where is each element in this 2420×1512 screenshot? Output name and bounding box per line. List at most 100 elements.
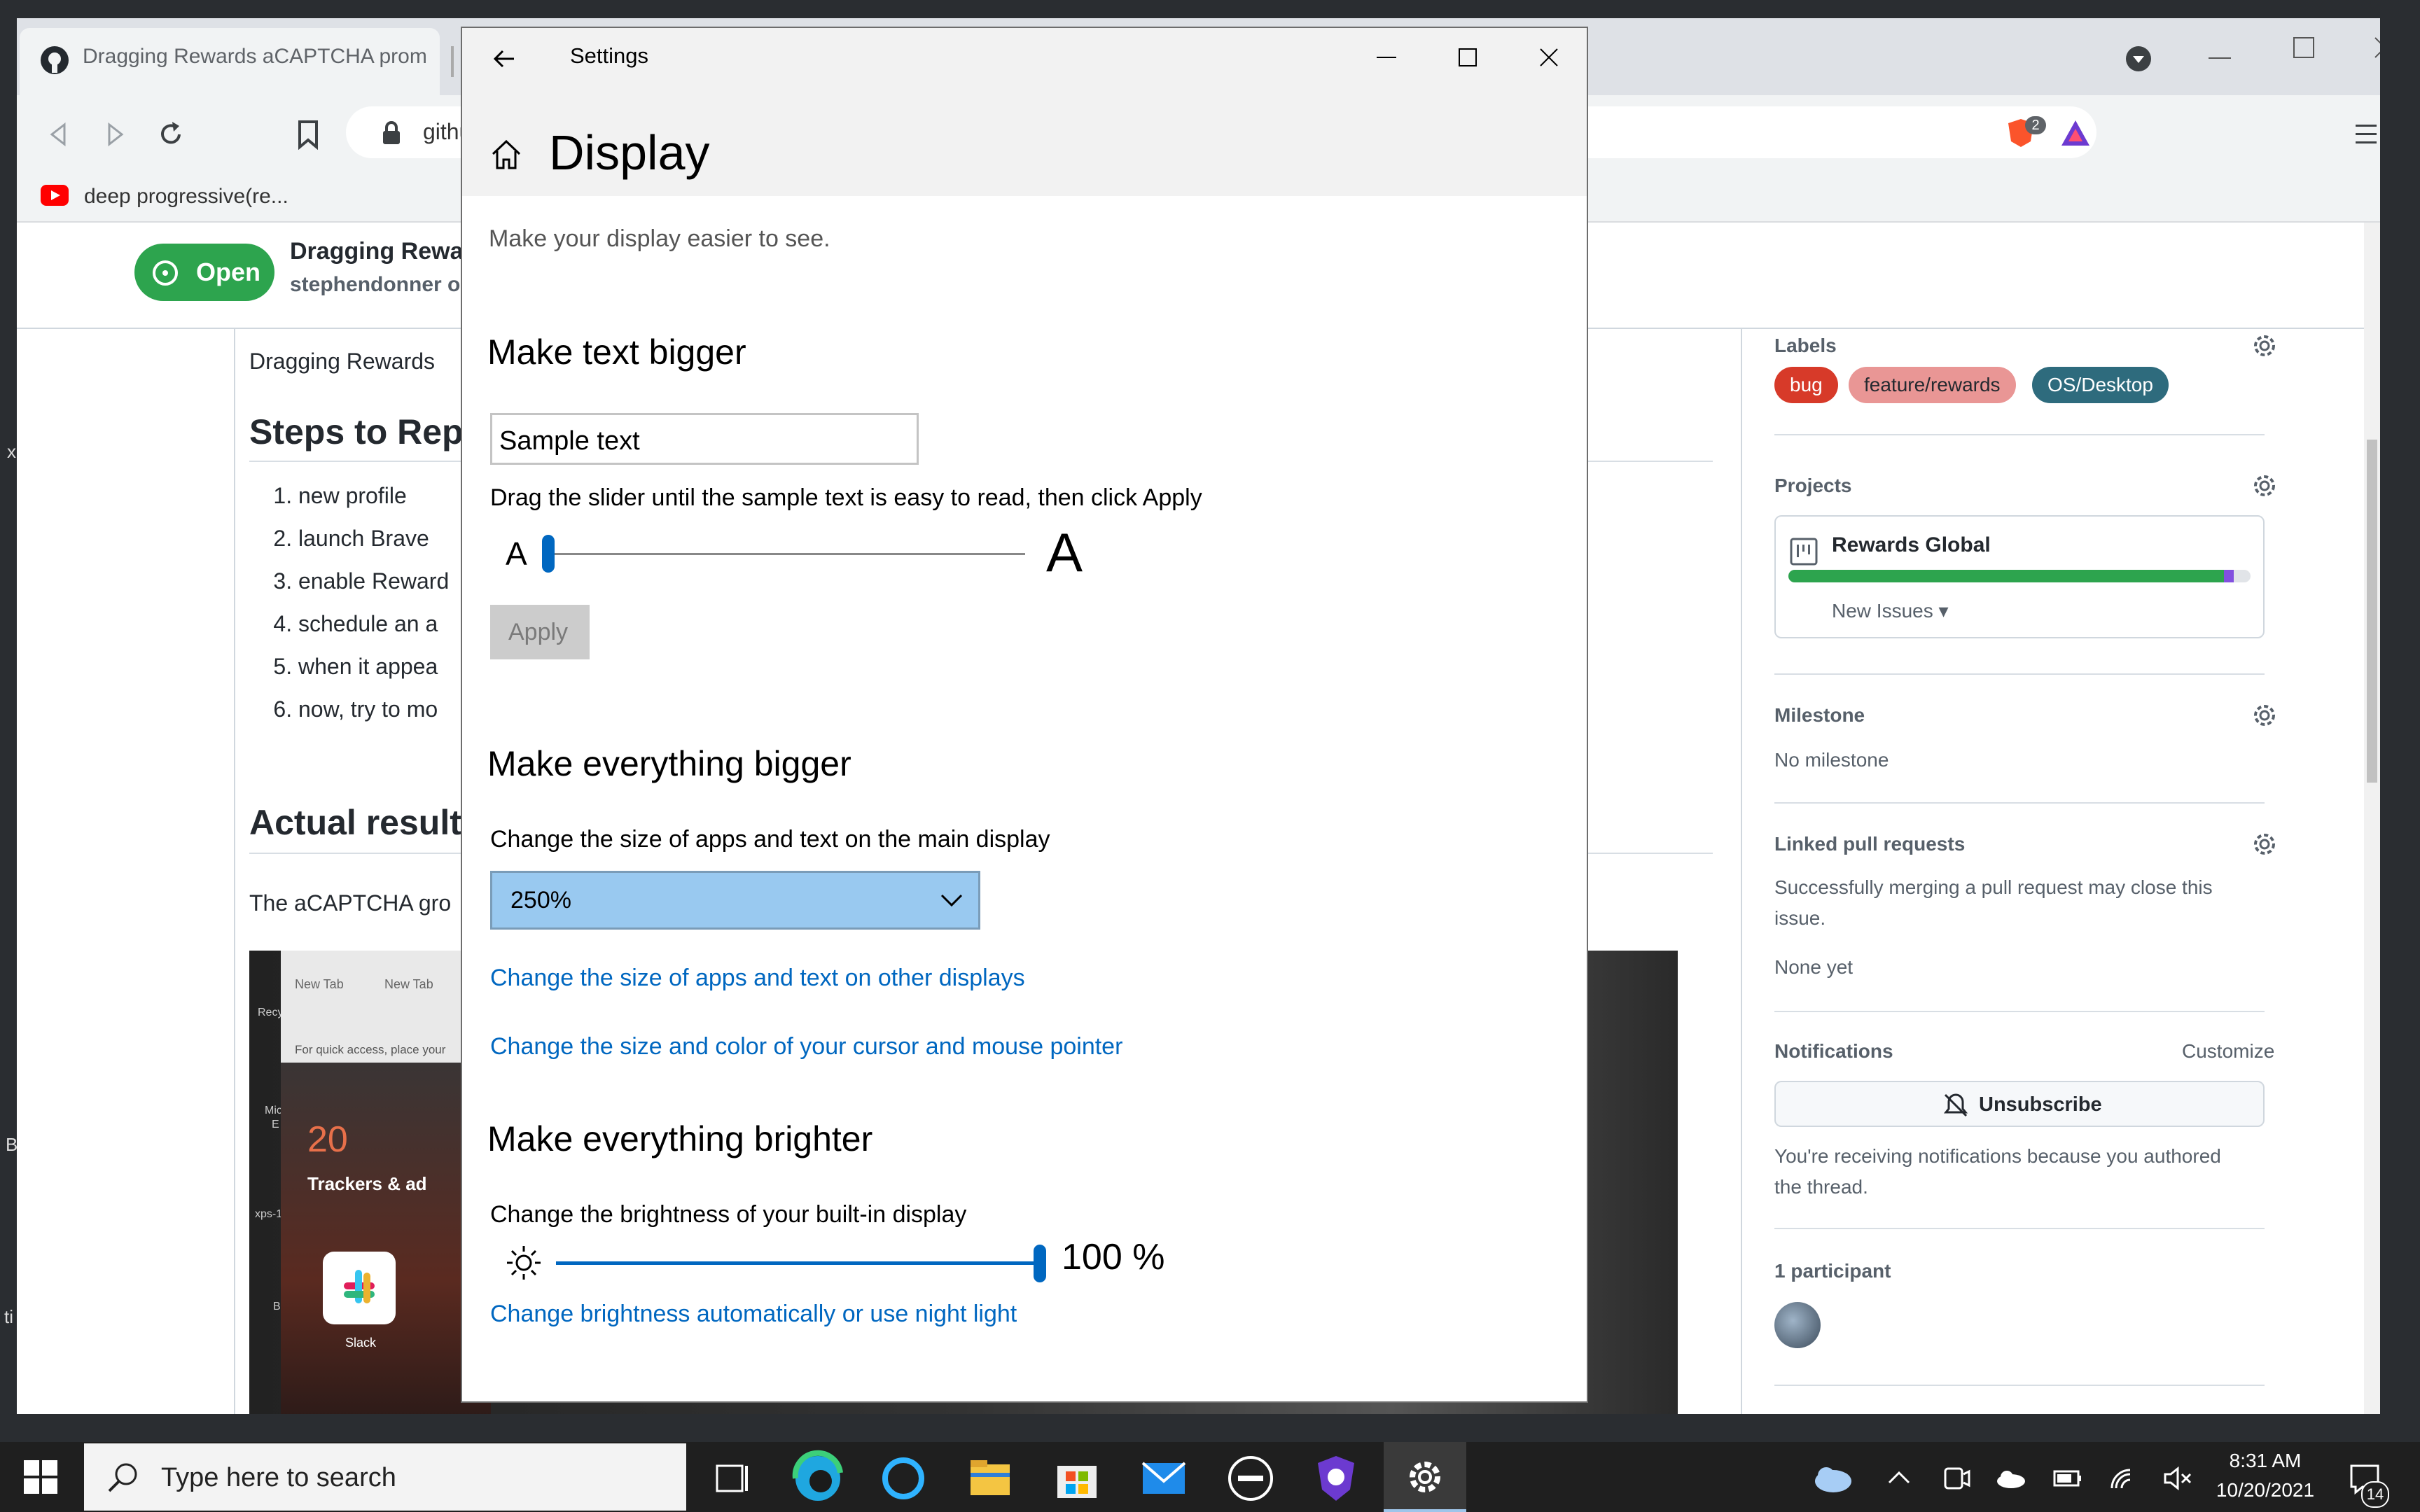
project-board-icon bbox=[1790, 538, 1818, 566]
brightness-value: 100 % bbox=[1062, 1237, 1165, 1278]
gear-icon[interactable] bbox=[2251, 472, 2279, 500]
body-intro: Dragging Rewards bbox=[249, 349, 436, 374]
clock[interactable]: 8:31 AM 10/20/2021 bbox=[2206, 1446, 2325, 1505]
gear-icon[interactable] bbox=[2251, 830, 2279, 858]
bookmark-label: deep progressive(re... bbox=[84, 185, 288, 208]
file-explorer-icon[interactable] bbox=[961, 1449, 1020, 1508]
back-icon[interactable] bbox=[45, 120, 73, 148]
minimize-icon[interactable] bbox=[2206, 43, 2234, 71]
project-card[interactable]: Rewards Global New Issues ▾ bbox=[1774, 515, 2265, 638]
shields-count-badge: 2 bbox=[2025, 116, 2046, 134]
edge-icon[interactable] bbox=[788, 1449, 847, 1508]
slider-thumb[interactable] bbox=[1034, 1245, 1046, 1282]
text-size-slider[interactable] bbox=[542, 529, 1025, 578]
project-name[interactable]: Rewards Global bbox=[1832, 533, 1991, 557]
milestone-title: Milestone bbox=[1774, 704, 1865, 726]
scrollbar-thumb[interactable] bbox=[2367, 440, 2377, 783]
tab-github-issue[interactable]: Dragging Rewards aCAPTCHA prompt bbox=[20, 28, 440, 95]
menu-icon[interactable] bbox=[2356, 123, 2377, 146]
taskbar-search[interactable]: Type here to search bbox=[84, 1443, 686, 1511]
slack-icon bbox=[323, 1252, 396, 1324]
gear-icon[interactable] bbox=[2251, 332, 2279, 360]
issue-author: stephendonner op bbox=[290, 273, 473, 296]
desktop-edge-text: x bbox=[7, 441, 16, 462]
notification-count-badge: 14 bbox=[2361, 1481, 2389, 1508]
night-light-link[interactable]: Change brightness automatically or use n… bbox=[490, 1301, 1017, 1328]
cursor-link[interactable]: Change the size and color of your cursor… bbox=[490, 1033, 1122, 1060]
apply-button[interactable]: Apply bbox=[490, 605, 590, 659]
label-feature-rewards[interactable]: feature/rewards bbox=[1849, 367, 2016, 403]
back-arrow-icon[interactable] bbox=[490, 45, 518, 73]
gear-icon bbox=[1396, 1448, 1454, 1506]
maximize-icon[interactable] bbox=[1454, 43, 1482, 71]
chevron-up-icon[interactable] bbox=[1870, 1449, 1928, 1508]
home-icon[interactable] bbox=[489, 137, 524, 172]
label-os-desktop[interactable]: OS/Desktop bbox=[2032, 367, 2169, 403]
sample-text-box: Sample text bbox=[490, 413, 919, 465]
window-title: Settings bbox=[570, 43, 649, 68]
customize-link[interactable]: Customize bbox=[2182, 1040, 2274, 1063]
slider-small-label: A bbox=[506, 536, 527, 572]
list-item: schedule an a bbox=[298, 603, 449, 645]
gear-icon[interactable] bbox=[2251, 701, 2279, 729]
slider-large-label: A bbox=[1046, 522, 1083, 583]
windows-start-icon[interactable] bbox=[24, 1460, 57, 1494]
list-item: when it appea bbox=[298, 645, 449, 688]
brave-nightly-icon[interactable] bbox=[1307, 1449, 1365, 1508]
avatar[interactable] bbox=[1774, 1302, 1821, 1348]
linked-pr-value: None yet bbox=[1774, 956, 1854, 978]
volume-muted-icon[interactable] bbox=[2150, 1449, 2209, 1508]
time: 8:31 AM bbox=[2229, 1450, 2302, 1471]
cloud-icon[interactable] bbox=[1982, 1449, 2040, 1508]
slider-thumb[interactable] bbox=[542, 535, 555, 573]
sun-icon bbox=[504, 1243, 543, 1282]
desktop-icon-label: B bbox=[273, 1301, 281, 1312]
maximize-icon[interactable] bbox=[2290, 34, 2318, 62]
status-badge: Open bbox=[134, 244, 274, 301]
text-section-title: Make text bigger bbox=[487, 332, 746, 372]
reload-icon[interactable] bbox=[155, 119, 186, 150]
bell-slash-icon bbox=[1942, 1092, 1969, 1119]
dell-icon[interactable] bbox=[1221, 1449, 1280, 1508]
other-displays-link[interactable]: Change the size of apps and text on othe… bbox=[490, 965, 1025, 992]
onedrive-icon[interactable] bbox=[1802, 1449, 1861, 1508]
cortana-icon[interactable] bbox=[874, 1449, 933, 1508]
close-icon[interactable] bbox=[1535, 43, 1563, 71]
scale-dropdown[interactable]: 250% bbox=[490, 871, 980, 930]
intro-text: Make your display easier to see. bbox=[489, 225, 830, 252]
settings-window: Settings Display Make your display easie… bbox=[461, 27, 1588, 1403]
tab-search-icon[interactable] bbox=[2125, 45, 2153, 73]
bookmark-icon[interactable] bbox=[294, 119, 322, 150]
github-icon bbox=[39, 45, 70, 76]
unsubscribe-button[interactable]: Unsubscribe bbox=[1774, 1081, 2265, 1127]
task-view-icon[interactable] bbox=[703, 1449, 762, 1508]
close-icon[interactable] bbox=[2371, 34, 2380, 62]
labels-title: Labels bbox=[1774, 335, 1837, 356]
projects-title: Projects bbox=[1774, 475, 1852, 496]
notifications-reason-2: the thread. bbox=[1774, 1176, 1868, 1198]
project-progress-bar bbox=[1788, 570, 2251, 582]
desktop-icon-label: E bbox=[272, 1119, 279, 1130]
scrollbar[interactable] bbox=[2364, 223, 2380, 1414]
notifications-title: Notifications bbox=[1774, 1040, 1893, 1062]
mail-icon[interactable] bbox=[1134, 1449, 1193, 1508]
forward-icon[interactable] bbox=[101, 120, 129, 148]
issue-open-icon bbox=[151, 259, 179, 287]
label-bug[interactable]: bug bbox=[1774, 367, 1838, 403]
trackers-count: 20 bbox=[307, 1119, 348, 1160]
linked-pr-title: Linked pull requests bbox=[1774, 833, 1966, 855]
project-column[interactable]: New Issues ▾ bbox=[1832, 599, 1949, 622]
battery-icon[interactable] bbox=[2038, 1449, 2096, 1508]
trackers-label: Trackers & ad bbox=[307, 1173, 427, 1194]
wifi-icon[interactable] bbox=[2094, 1449, 2153, 1508]
brightness-slider[interactable] bbox=[556, 1239, 1046, 1288]
minimize-icon[interactable] bbox=[1372, 43, 1400, 71]
brave-rewards-icon[interactable] bbox=[2060, 118, 2091, 148]
progress-fill bbox=[1788, 570, 2232, 582]
meet-now-icon[interactable] bbox=[1927, 1449, 1986, 1508]
brighter-section-title: Make everything brighter bbox=[487, 1119, 873, 1158]
notifications-reason: You're receiving notifications because y… bbox=[1774, 1145, 2221, 1167]
settings-taskbar-button[interactable] bbox=[1384, 1442, 1466, 1512]
store-icon[interactable] bbox=[1048, 1449, 1106, 1508]
youtube-icon bbox=[41, 185, 69, 206]
